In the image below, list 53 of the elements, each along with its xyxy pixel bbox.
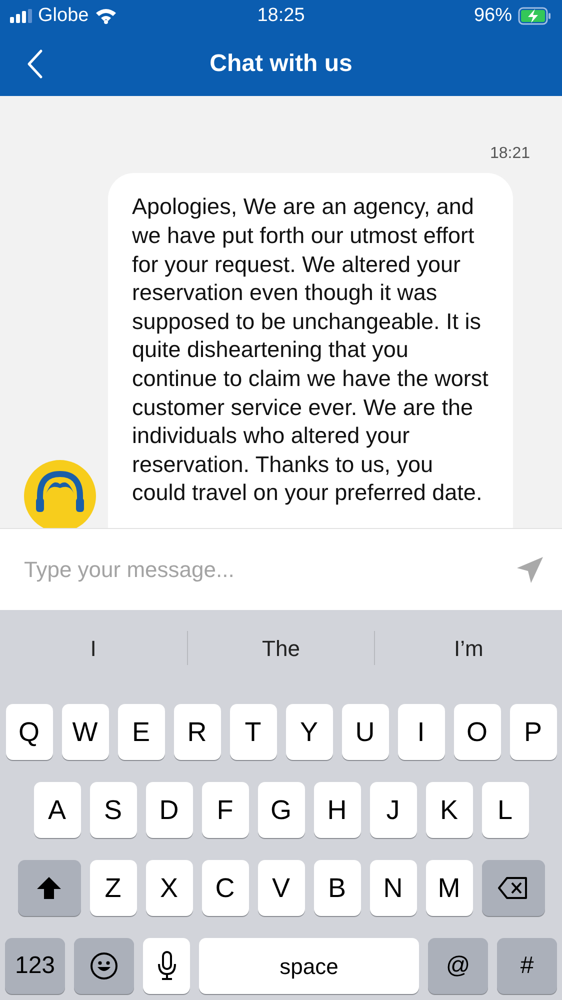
- key[interactable]: V: [258, 860, 304, 916]
- backspace-icon: [498, 877, 528, 899]
- emoji-key[interactable]: [74, 938, 134, 994]
- suggestion[interactable]: The: [262, 632, 300, 664]
- shift-key[interactable]: [18, 860, 80, 916]
- key[interactable]: N: [370, 860, 416, 916]
- suggestion[interactable]: I’m: [454, 632, 484, 664]
- key[interactable]: S: [90, 782, 136, 838]
- key[interactable]: I: [398, 704, 444, 760]
- key[interactable]: T: [230, 704, 276, 760]
- key[interactable]: Q: [6, 704, 52, 760]
- key[interactable]: X: [146, 860, 192, 916]
- space-key[interactable]: space: [199, 938, 419, 994]
- message-text: Apologies, We are an agency, and we have put forth our utmost effort for your request. We altered your reservation even though it was supposed to be unchangeable. It is quite disheartening that you continue to claim we have the worst customer service ever. We are the individuals who altered your reservation. Thanks to us, you could travel on your preferred date.: [132, 193, 490, 508]
- suggestion[interactable]: I: [90, 632, 96, 664]
- backspace-key[interactable]: [482, 860, 544, 916]
- key[interactable]: 123: [5, 938, 65, 994]
- signal-icon: [10, 9, 32, 23]
- key[interactable]: Y: [286, 704, 332, 760]
- shift-icon: [36, 876, 62, 900]
- key[interactable]: P: [510, 704, 556, 760]
- key[interactable]: K: [426, 782, 472, 838]
- key[interactable]: H: [314, 782, 360, 838]
- message-input[interactable]: Type your message...: [0, 529, 498, 610]
- wifi-icon: [94, 8, 117, 24]
- key[interactable]: L: [482, 782, 528, 838]
- key[interactable]: B: [314, 860, 360, 916]
- key[interactable]: Z: [90, 860, 136, 916]
- key[interactable]: U: [342, 704, 388, 760]
- key[interactable]: C: [202, 860, 248, 916]
- key[interactable]: D: [146, 782, 192, 838]
- microphone-icon: [156, 951, 176, 981]
- dictation-key[interactable]: [143, 938, 190, 994]
- key[interactable]: #: [497, 938, 557, 994]
- key[interactable]: E: [118, 704, 164, 760]
- key[interactable]: J: [370, 782, 416, 838]
- send-icon: [516, 556, 544, 584]
- carrier-name: Globe: [38, 4, 89, 28]
- key[interactable]: G: [258, 782, 304, 838]
- key[interactable]: R: [174, 704, 220, 760]
- page-title: Chat with us: [210, 49, 352, 79]
- back-icon: [27, 49, 43, 79]
- key[interactable]: @: [428, 938, 488, 994]
- key[interactable]: O: [454, 704, 500, 760]
- key[interactable]: W: [62, 704, 108, 760]
- clock-time: 18:25: [256, 4, 306, 28]
- message-time: 18:21: [490, 145, 530, 164]
- key[interactable]: M: [426, 860, 472, 916]
- key[interactable]: A: [34, 782, 80, 838]
- emoji-icon: [90, 952, 118, 980]
- agent-avatar: [24, 460, 96, 528]
- key[interactable]: F: [202, 782, 248, 838]
- battery-percentage: 96%: [474, 4, 512, 28]
